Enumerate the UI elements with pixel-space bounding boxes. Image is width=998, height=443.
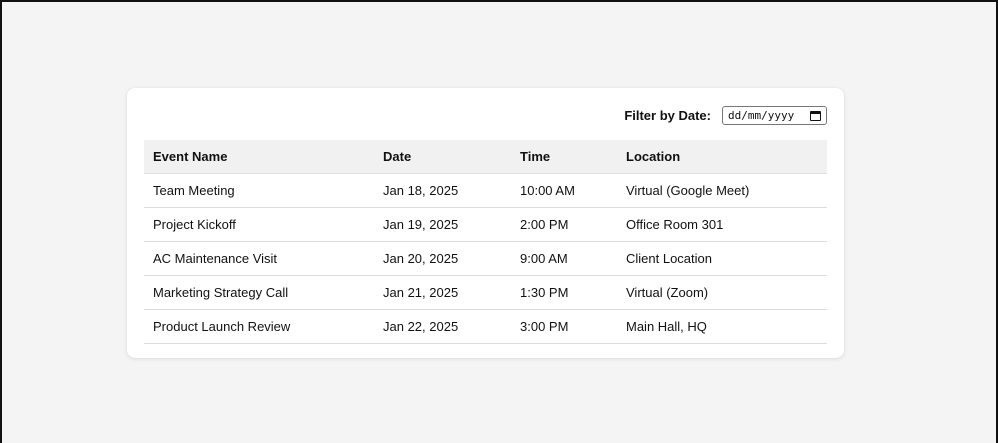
event-name-cell: Product Launch Review (144, 309, 374, 344)
event-date-cell: Jan 18, 2025 (374, 173, 511, 208)
date-filter-bar: Filter by Date: dd/mm/yyyy (624, 105, 827, 125)
event-location-cell: Office Room 301 (617, 207, 827, 242)
event-location-cell: Virtual (Zoom) (617, 275, 827, 310)
date-input-placeholder: dd/mm/yyyy (728, 108, 795, 122)
event-name-cell: AC Maintenance Visit (144, 241, 374, 276)
event-date-cell: Jan 20, 2025 (374, 241, 511, 276)
table-row[interactable]: AC Maintenance Visit Jan 20, 2025 9:00 A… (144, 241, 827, 276)
events-card: Filter by Date: dd/mm/yyyy Event Name Da… (127, 88, 844, 358)
column-header-event-name[interactable]: Event Name (144, 140, 374, 174)
filter-label: Filter by Date: (624, 107, 711, 123)
calendar-icon[interactable] (810, 110, 821, 121)
events-table: Event Name Date Time Location Team Meeti… (144, 140, 827, 344)
table-header-row: Event Name Date Time Location (144, 140, 827, 174)
table-row[interactable]: Team Meeting Jan 18, 2025 10:00 AM Virtu… (144, 173, 827, 208)
table-row[interactable]: Product Launch Review Jan 22, 2025 3:00 … (144, 309, 827, 344)
event-location-cell: Virtual (Google Meet) (617, 173, 827, 208)
column-header-location[interactable]: Location (617, 140, 827, 174)
table-row[interactable]: Project Kickoff Jan 19, 2025 2:00 PM Off… (144, 207, 827, 242)
event-time-cell: 10:00 AM (511, 173, 617, 208)
event-time-cell: 1:30 PM (511, 275, 617, 310)
column-header-date[interactable]: Date (374, 140, 511, 174)
event-time-cell: 3:00 PM (511, 309, 617, 344)
event-name-cell: Team Meeting (144, 173, 374, 208)
event-name-cell: Project Kickoff (144, 207, 374, 242)
event-date-cell: Jan 22, 2025 (374, 309, 511, 344)
event-time-cell: 9:00 AM (511, 241, 617, 276)
event-date-cell: Jan 21, 2025 (374, 275, 511, 310)
event-date-cell: Jan 19, 2025 (374, 207, 511, 242)
date-filter-input[interactable]: dd/mm/yyyy (722, 105, 827, 125)
event-time-cell: 2:00 PM (511, 207, 617, 242)
event-name-cell: Marketing Strategy Call (144, 275, 374, 310)
event-location-cell: Client Location (617, 241, 827, 276)
table-row[interactable]: Marketing Strategy Call Jan 21, 2025 1:3… (144, 275, 827, 310)
event-location-cell: Main Hall, HQ (617, 309, 827, 344)
column-header-time[interactable]: Time (511, 140, 617, 174)
